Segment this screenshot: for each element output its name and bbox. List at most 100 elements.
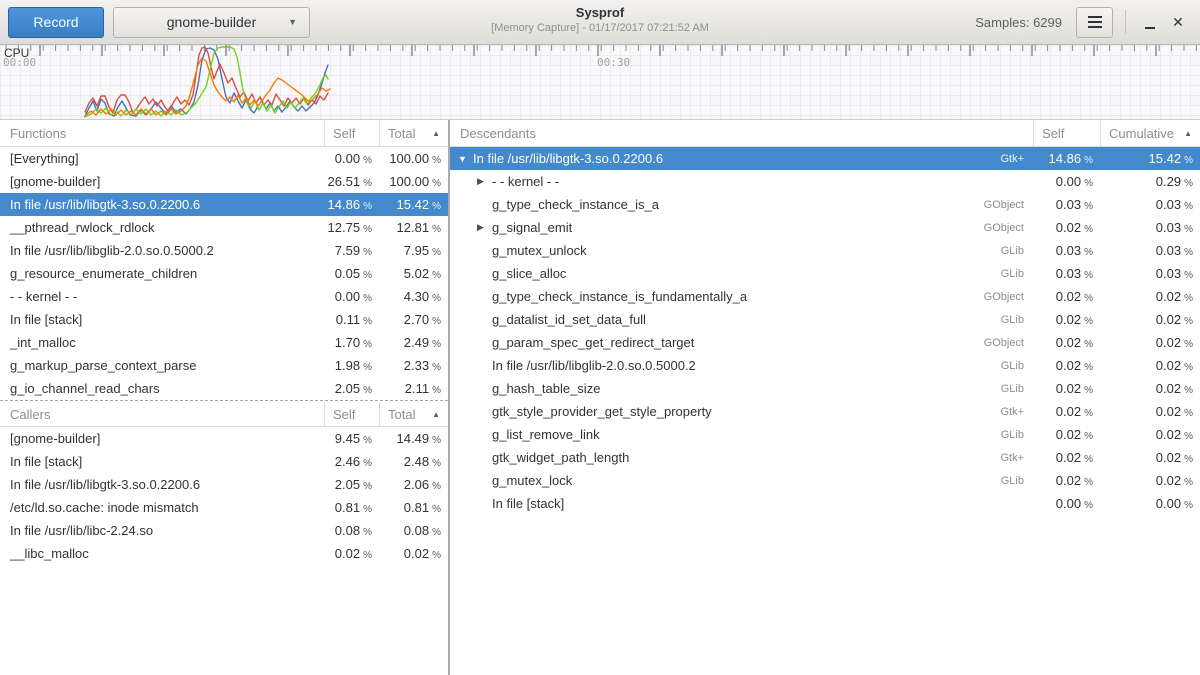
function-name: In file /usr/lib/libc-2.24.so (0, 523, 324, 538)
callers-header: Callers Self Total ▲ (0, 403, 448, 427)
tree-row[interactable]: g_mutex_lockGLib0.02%0.02% (450, 469, 1200, 492)
tree-row[interactable]: g_type_check_instance_is_aGObject0.03%0.… (450, 193, 1200, 216)
tree-row[interactable]: In file /usr/lib/libglib-2.0.so.0.5000.2… (450, 354, 1200, 377)
percent-value: 0.02% (1033, 289, 1100, 304)
column-header-self[interactable]: Self (324, 403, 379, 426)
percent-value: 2.33% (379, 358, 448, 373)
percent-value: 0.00% (1033, 174, 1100, 189)
table-row[interactable]: g_resource_enumerate_children0.05%5.02% (0, 262, 448, 285)
descendant-name-cell: gtk_style_provider_get_style_propertyGtk… (450, 404, 1033, 419)
function-name: /etc/ld.so.cache: inode mismatch (0, 500, 324, 515)
tree-row[interactable]: g_param_spec_get_redirect_targetGObject0… (450, 331, 1200, 354)
header-bar: Record gnome-builder ▼ Sysprof [Memory C… (0, 0, 1200, 45)
record-button[interactable]: Record (8, 7, 104, 38)
function-name: g_param_spec_get_redirect_target (492, 335, 694, 350)
cpu-orange-line (85, 58, 330, 116)
percent-value: 0.02% (1033, 404, 1100, 419)
table-row[interactable]: [Everything]0.00%100.00% (0, 147, 448, 170)
tree-row[interactable]: g_slice_allocGLib0.03%0.03% (450, 262, 1200, 285)
function-name: In file /usr/lib/libgtk-3.so.0.2200.6 (473, 151, 663, 166)
column-header-cumulative[interactable]: Cumulative ▲ (1100, 120, 1200, 146)
library-tag: Gtk+ (1000, 406, 1033, 418)
tree-row[interactable]: g_datalist_id_set_data_fullGLib0.02%0.02… (450, 308, 1200, 331)
function-name: In file [stack] (0, 454, 324, 469)
sort-ascending-icon: ▲ (432, 410, 440, 419)
column-header-total[interactable]: Total ▲ (379, 403, 448, 426)
tree-row[interactable]: ▶g_signal_emitGObject0.02%0.03% (450, 216, 1200, 239)
table-row[interactable]: In file /usr/lib/libc-2.24.so0.08%0.08% (0, 519, 448, 542)
table-row[interactable]: /etc/ld.so.cache: inode mismatch0.81%0.8… (0, 496, 448, 519)
table-row[interactable]: [gnome-builder]9.45%14.49% (0, 427, 448, 450)
minimize-button[interactable] (1136, 8, 1164, 36)
percent-value: 0.03% (1100, 243, 1200, 258)
tree-row[interactable]: g_type_check_instance_is_fundamentally_a… (450, 285, 1200, 308)
tree-row[interactable]: gtk_style_provider_get_style_propertyGtk… (450, 400, 1200, 423)
column-header-callers[interactable]: Callers (0, 407, 324, 422)
percent-value: 0.02% (1100, 473, 1200, 488)
table-row[interactable]: __libc_malloc0.02%0.02% (0, 542, 448, 565)
tree-row[interactable]: ▼In file /usr/lib/libgtk-3.so.0.2200.6Gt… (450, 147, 1200, 170)
function-name: g_resource_enumerate_children (0, 266, 324, 281)
percent-value: 0.02% (1100, 289, 1200, 304)
column-header-functions[interactable]: Functions (0, 126, 324, 141)
library-tag: GLib (1001, 314, 1033, 326)
descendant-name-cell: In file /usr/lib/libglib-2.0.so.0.5000.2… (450, 358, 1033, 373)
table-row[interactable]: _int_malloc1.70%2.49% (0, 331, 448, 354)
percent-value: 2.06% (379, 477, 448, 492)
percent-value: 2.49% (379, 335, 448, 350)
percent-value: 0.81% (324, 500, 379, 515)
column-header-total[interactable]: Total ▲ (379, 120, 448, 146)
percent-value: 2.05% (324, 477, 379, 492)
table-row[interactable]: In file /usr/lib/libgtk-3.so.0.2200.62.0… (0, 473, 448, 496)
library-tag: GLib (1001, 268, 1033, 280)
table-row[interactable]: g_markup_parse_context_parse1.98%2.33% (0, 354, 448, 377)
expander-closed-icon[interactable]: ▶ (477, 176, 492, 187)
library-tag: GLib (1001, 383, 1033, 395)
percent-value: 15.42% (379, 197, 448, 212)
function-name: - - kernel - - (492, 174, 559, 189)
table-row[interactable]: g_io_channel_read_chars2.05%2.11% (0, 377, 448, 400)
tree-row[interactable]: g_hash_table_sizeGLib0.02%0.02% (450, 377, 1200, 400)
function-name: In file /usr/lib/libgtk-3.so.0.2200.6 (0, 197, 324, 212)
expander-open-icon[interactable]: ▼ (458, 154, 473, 164)
column-header-descendants[interactable]: Descendants (450, 126, 1033, 141)
percent-value: 2.70% (379, 312, 448, 327)
percent-value: 7.95% (379, 243, 448, 258)
menu-button[interactable] (1076, 7, 1113, 38)
tree-row[interactable]: ▶- - kernel - -0.00%0.29% (450, 170, 1200, 193)
function-name: In file /usr/lib/libgtk-3.so.0.2200.6 (0, 477, 324, 492)
functions-header: Functions Self Total ▲ (0, 120, 448, 147)
descendants-header: Descendants Self Cumulative ▲ (450, 120, 1200, 147)
tree-row[interactable]: In file [stack]0.00%0.00% (450, 492, 1200, 515)
process-selector-value: gnome-builder (167, 14, 257, 30)
table-row[interactable]: In file [stack]0.11%2.70% (0, 308, 448, 331)
expander-closed-icon[interactable]: ▶ (477, 222, 492, 233)
percent-value: 12.75% (324, 220, 379, 235)
tree-row[interactable]: g_mutex_unlockGLib0.03%0.03% (450, 239, 1200, 262)
table-row[interactable]: In file /usr/lib/libglib-2.0.so.0.5000.2… (0, 239, 448, 262)
descendant-name-cell: gtk_widget_path_lengthGtk+ (450, 450, 1033, 465)
percent-value: 0.02% (1033, 381, 1100, 396)
cpu-graph[interactable]: CPU 00:00 00:30 (0, 45, 1200, 120)
percent-value: 5.02% (379, 266, 448, 281)
function-name: g_list_remove_link (492, 427, 600, 442)
close-button[interactable]: ✕ (1164, 8, 1192, 36)
process-selector[interactable]: gnome-builder ▼ (113, 7, 310, 38)
tree-row[interactable]: gtk_widget_path_lengthGtk+0.02%0.02% (450, 446, 1200, 469)
table-row[interactable]: - - kernel - -0.00%4.30% (0, 285, 448, 308)
table-row[interactable]: [gnome-builder]26.51%100.00% (0, 170, 448, 193)
function-name: gtk_widget_path_length (492, 450, 629, 465)
table-row[interactable]: In file /usr/lib/libgtk-3.so.0.2200.614.… (0, 193, 448, 216)
function-name: _int_malloc (0, 335, 324, 350)
function-name: g_mutex_unlock (492, 243, 587, 258)
tree-row[interactable]: g_list_remove_linkGLib0.02%0.02% (450, 423, 1200, 446)
percent-value: 2.48% (379, 454, 448, 469)
library-tag: GLib (1001, 360, 1033, 372)
percent-value: 0.02% (1100, 381, 1200, 396)
column-header-self[interactable]: Self (1033, 120, 1100, 146)
table-row[interactable]: In file [stack]2.46%2.48% (0, 450, 448, 473)
column-header-self[interactable]: Self (324, 120, 379, 146)
table-row[interactable]: __pthread_rwlock_rdlock12.75%12.81% (0, 216, 448, 239)
percent-value: 0.02% (1033, 450, 1100, 465)
right-pane: Descendants Self Cumulative ▲ ▼In file /… (450, 120, 1200, 675)
